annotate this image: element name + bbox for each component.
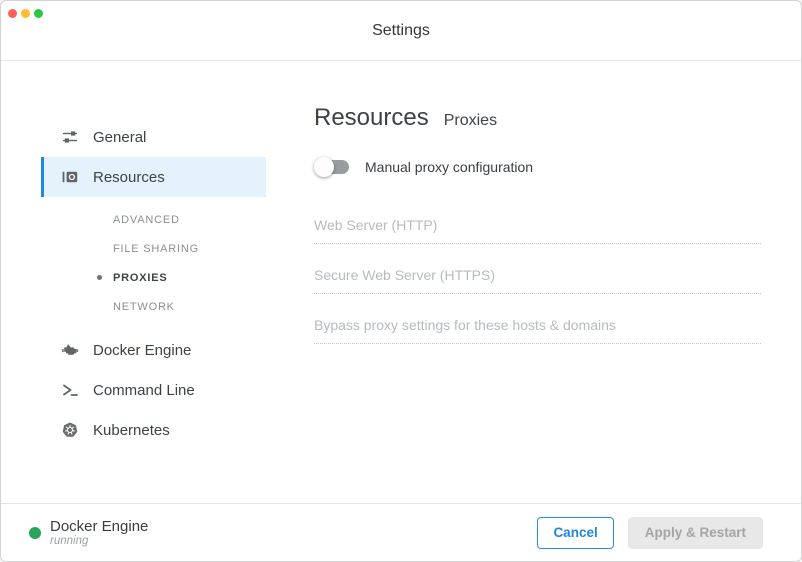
sidebar-item-resources[interactable]: Resources: [41, 157, 266, 197]
manual-proxy-toggle-label: Manual proxy configuration: [365, 159, 533, 175]
footer-bar: Docker Engine running Cancel Apply & Res…: [1, 503, 801, 561]
status-name: Docker Engine: [50, 518, 148, 535]
pane-header: Resources Proxies: [314, 104, 761, 132]
engine-icon: [61, 341, 79, 359]
sidebar-item-command-line[interactable]: Command Line: [41, 370, 266, 410]
sidebar-item-label: Kubernetes: [93, 422, 170, 439]
https-proxy-field: [314, 264, 761, 294]
bypass-proxy-field: [314, 314, 761, 344]
proxies-pane: Resources Proxies Manual proxy configura…: [266, 61, 801, 503]
minimize-window-button[interactable]: [21, 9, 30, 18]
tune-icon: [61, 128, 79, 146]
status-state: running: [50, 535, 148, 548]
sidebar-subitem-network[interactable]: NETWORK: [41, 292, 266, 321]
zoom-window-button[interactable]: [34, 9, 43, 18]
sidebar-item-label: Resources: [93, 169, 165, 186]
traffic-lights: [8, 9, 43, 18]
https-proxy-input[interactable]: [314, 264, 761, 294]
manual-proxy-toggle-row: Manual proxy configuration: [314, 157, 761, 177]
apply-restart-button[interactable]: Apply & Restart: [628, 517, 763, 549]
cancel-button[interactable]: Cancel: [537, 517, 613, 549]
sidebar-item-general[interactable]: General: [41, 117, 266, 157]
close-window-button[interactable]: [8, 9, 17, 18]
status-running-icon: [29, 527, 41, 539]
sidebar-subitem-file-sharing[interactable]: FILE SHARING: [41, 234, 266, 263]
kubernetes-icon: [61, 421, 79, 439]
sidebar-subitem-advanced[interactable]: ADVANCED: [41, 205, 266, 234]
sidebar-item-docker-engine[interactable]: Docker Engine: [41, 330, 266, 370]
toggle-knob: [314, 157, 334, 177]
sidebar-subitem-label: FILE SHARING: [113, 243, 199, 255]
sidebar-subitem-label: ADVANCED: [113, 214, 180, 226]
sidebar-subitem-label: NETWORK: [113, 301, 175, 313]
resources-icon: [61, 168, 79, 186]
sidebar-item-kubernetes[interactable]: Kubernetes: [41, 410, 266, 450]
terminal-icon: [61, 381, 79, 399]
proxy-fields: [314, 214, 761, 344]
resources-sub-list: ADVANCED FILE SHARING PROXIES NETWORK: [1, 205, 266, 321]
docker-engine-status: Docker Engine running: [29, 518, 148, 548]
settings-window: Settings General: [0, 0, 802, 562]
titlebar: Settings: [1, 1, 801, 61]
pane-subtitle: Proxies: [444, 112, 497, 130]
status-text: Docker Engine running: [50, 518, 148, 548]
sidebar-subitem-proxies[interactable]: PROXIES: [41, 263, 266, 292]
manual-proxy-toggle[interactable]: [314, 157, 350, 177]
window-title: Settings: [372, 22, 430, 40]
http-proxy-input[interactable]: [314, 214, 761, 244]
sidebar-subitem-label: PROXIES: [113, 272, 168, 284]
settings-sidebar: General Resources ADVANCED: [1, 61, 266, 503]
selected-bullet-icon: [97, 275, 102, 280]
sidebar-item-label: Command Line: [93, 382, 195, 399]
sidebar-item-label: Docker Engine: [93, 342, 191, 359]
settings-content: General Resources ADVANCED: [1, 61, 801, 503]
http-proxy-field: [314, 214, 761, 244]
pane-title: Resources: [314, 104, 429, 132]
bypass-proxy-input[interactable]: [314, 314, 761, 344]
sidebar-item-label: General: [93, 129, 146, 146]
